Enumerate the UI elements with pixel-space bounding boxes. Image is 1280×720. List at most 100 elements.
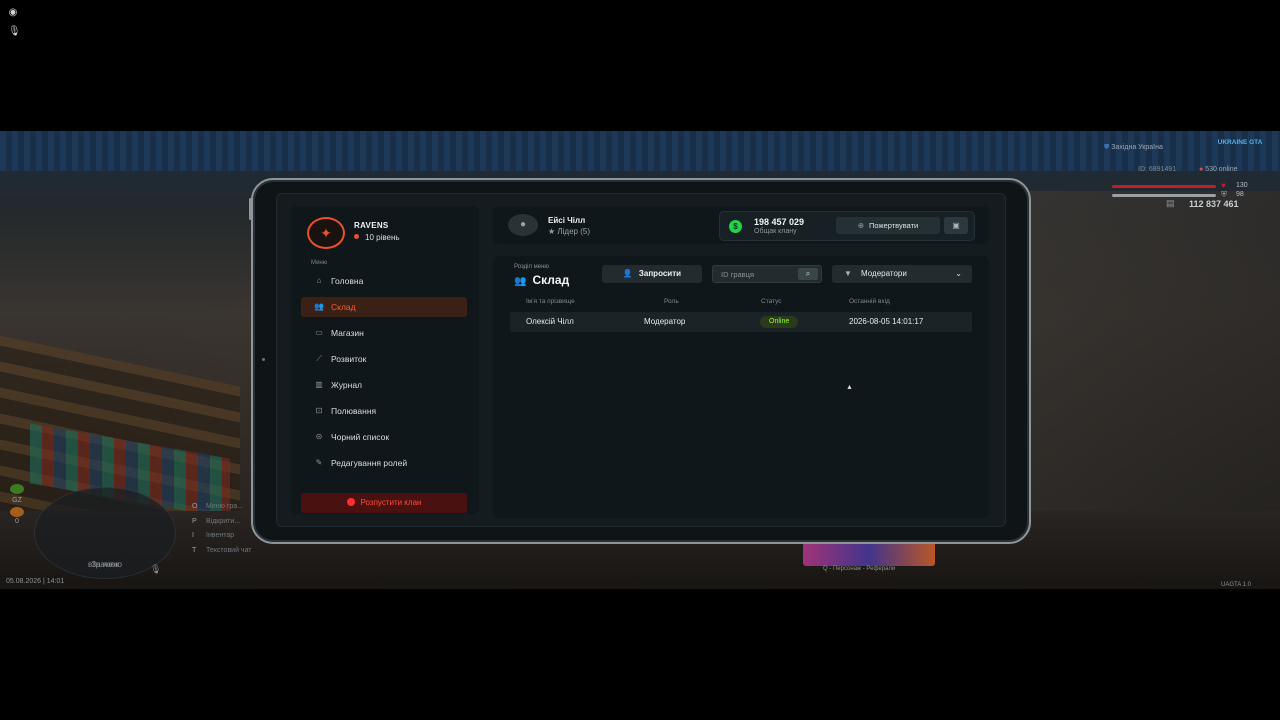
user-role: ★ Лідер (5) (548, 227, 590, 236)
promo-banner[interactable] (803, 542, 935, 566)
member-name: Олексій Чілл (526, 317, 574, 326)
minimap-message: За язок втрачено (88, 560, 122, 569)
sidebar-item-label: Чорний список (331, 432, 390, 442)
clan-level: 10 рівень (354, 233, 400, 242)
section-caption: Розділ меню (514, 264, 549, 270)
clan-logo-icon: ✦ (307, 217, 345, 249)
hotkey-list: O Меню гра... P Відкрити... I Інвентар T Тек… (192, 503, 252, 561)
search-icon: ⌕ (805, 269, 811, 278)
mic-status-icon: 🎙 (150, 564, 162, 574)
wanted-count: 0 (15, 518, 19, 525)
datetime: 05.08.2026 | 14:01 (6, 578, 65, 585)
column-header-name: Ім'я та прізвище (526, 298, 575, 305)
hud-online: ● 530 online (1199, 166, 1238, 173)
tablet-camera (262, 358, 265, 361)
roster-card: Розділ меню 👥Склад 👤Запросити ⌕ ▼ Модера… (493, 256, 989, 518)
hotkey-item: P Відкрити... (192, 517, 241, 525)
sidebar: ✦ RAVENS 10 рівень Меню ⌂ Головна 👥 Скла… (291, 206, 479, 514)
wallet-button[interactable]: ▣ (944, 217, 968, 234)
game-sky (0, 131, 1280, 171)
sidebar-item-journal[interactable]: ▥ Журнал (301, 375, 467, 395)
sidebar-item-development[interactable]: ⟋ Розвиток (301, 349, 467, 369)
target-icon: ⊡ (315, 406, 323, 415)
sidebar-item-label: Полювання (331, 406, 377, 416)
sidebar-item-label: Склад (331, 302, 356, 312)
page-title: 👥 Склад (514, 273, 570, 287)
armor-value: 98 (1236, 191, 1244, 198)
avatar: ● (508, 214, 538, 236)
search-button[interactable]: ⌕ (798, 268, 818, 280)
donate-button[interactable]: ⊕ Пожертвувати (836, 217, 940, 234)
sidebar-item-blacklist[interactable]: ⊝ Чорний список (301, 427, 467, 447)
column-header-last-login: Останній вхід (849, 298, 890, 305)
sidebar-item-shop[interactable]: ▭ Магазин (301, 323, 467, 343)
sidebar-item-label: Магазин (331, 328, 364, 338)
invite-button[interactable]: 👤 Запросити (602, 265, 702, 283)
menu-title: Меню (311, 260, 328, 266)
home-icon: ⌂ (316, 276, 322, 285)
book-icon: ▥ (315, 380, 323, 389)
star-icon: ★ (548, 227, 558, 236)
hotkey-item: I Інвентар (192, 532, 235, 539)
record-icon: ◉ (8, 7, 18, 18)
plus-circle-icon: ⊕ (857, 221, 865, 230)
hud-player-id: ID: 6891491 (1138, 166, 1177, 173)
promo-footer: Q - Персонаж - Реферали (823, 566, 896, 572)
hud-region: ⛊ Західна Україна (1104, 144, 1163, 151)
hotkey-item: T Текстовий чат (192, 546, 252, 554)
version: UAGTA 1.0 (1221, 582, 1251, 588)
chevron-down-icon: ⌄ (955, 269, 962, 278)
power-icon (346, 498, 355, 506)
sidebar-item-hunting[interactable]: ⊡ Полювання (301, 401, 467, 421)
column-header-role: Роль (664, 298, 679, 305)
cash-value: 112 837 461 (1189, 199, 1239, 209)
server-logo: UKRAINE GTA (1217, 139, 1263, 146)
clan-treasury: $ 198 457 029 Общак клану ⊕ Пожертвувати … (719, 211, 975, 241)
player-id-input[interactable] (721, 268, 791, 281)
armor-bar (1112, 194, 1216, 197)
sidebar-item-label: Розвиток (331, 354, 367, 364)
add-user-icon: 👤 (622, 269, 633, 278)
status-badge: Online (760, 316, 799, 328)
sidebar-item-edit-roles[interactable]: ✎ Редагування ролей (301, 453, 467, 473)
column-header-status: Статус (761, 298, 782, 305)
mouse-cursor-icon: ▲ (846, 384, 853, 391)
treasury-amount: 198 457 029 (754, 217, 805, 227)
sidebar-item-roster[interactable]: 👥 Склад (301, 297, 467, 317)
heart-icon: ♥ (1221, 181, 1226, 190)
clan-panel: ✦ RAVENS 10 рівень Меню ⌂ Головна 👥 Скла… (276, 193, 1006, 527)
treasury-label: Общак клану (754, 228, 797, 235)
gz-label: GZ (12, 497, 22, 504)
hotkey-item: O Меню гра... (192, 503, 244, 510)
tablet-side-button (249, 198, 252, 220)
health-bar (1112, 185, 1216, 188)
user-edit-icon: ✎ (315, 458, 323, 467)
wallet-icon: ▣ (952, 221, 960, 230)
status-indicators: GZ 0 (8, 484, 26, 525)
sidebar-item-label: Журнал (331, 380, 363, 390)
table-row[interactable]: Олексій Чілл Модератор Online 2026-08-05… (510, 312, 972, 332)
role-filter-select[interactable]: ▼ Модератори ⌄ (832, 265, 972, 283)
member-role: Модератор (644, 317, 686, 326)
voice-status-icon (10, 484, 24, 494)
sidebar-item-home[interactable]: ⌂ Головна (301, 271, 467, 291)
sidebar-item-label: Головна (331, 276, 364, 286)
user-name: Ейсі Чілл (548, 216, 586, 225)
tablet-frame: ✦ RAVENS 10 рівень Меню ⌂ Головна 👥 Скла… (249, 178, 1031, 544)
users-icon: 👥 (514, 276, 527, 287)
clan-name: RAVENS (354, 221, 389, 230)
search-box: ⌕ (712, 265, 822, 283)
health-value: 130 (1236, 182, 1248, 189)
users-icon: 👥 (314, 302, 324, 311)
header-card: ● Ейсі Чілл ★ Лідер (5) $ 198 457 029 Об… (493, 206, 989, 244)
shop-icon: ▭ (315, 328, 323, 337)
disband-clan-button[interactable]: Розпустити клан (301, 493, 467, 513)
blacklist-icon: ⊝ (315, 432, 323, 441)
member-last-login: 2026-08-05 14:01:17 (849, 317, 924, 326)
filter-icon: ▼ (844, 269, 852, 278)
role-filter-value: Модератори (861, 269, 907, 278)
mic-icon: 🎙 (8, 26, 21, 37)
wanted-icon (10, 507, 24, 517)
chart-icon: ⟋ (316, 354, 322, 363)
sidebar-item-label: Редагування ролей (331, 458, 408, 468)
